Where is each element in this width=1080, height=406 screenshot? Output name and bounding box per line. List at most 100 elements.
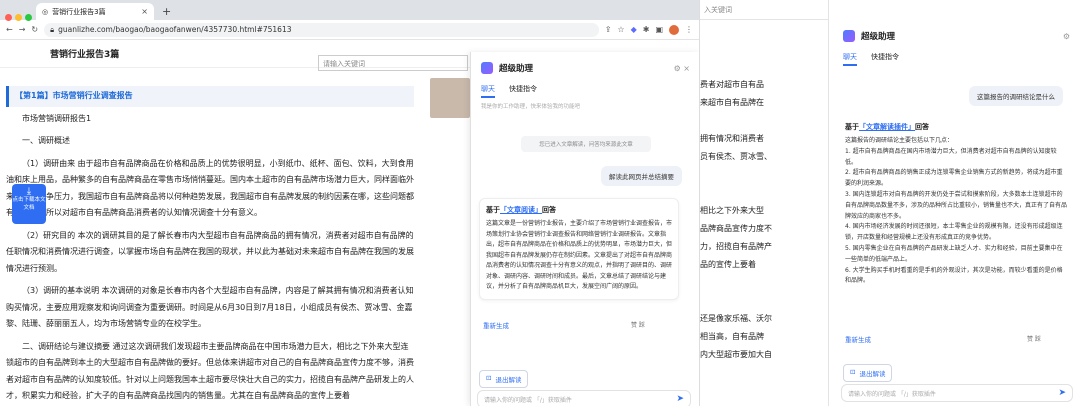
text-line: 力，招揽自有品牌产: [700, 242, 772, 251]
exit-reading-button[interactable]: ⊡ 退出解读: [479, 370, 529, 388]
notice-banner: 您已进入文章解读，问答均来源此文章: [521, 136, 651, 152]
site-title: 营销行业报告3篇: [50, 50, 120, 60]
article-paragraph: （3）调研的基本说明 本次调研的对象是长春市内各个大型超市自有品牌，内容是了解其…: [6, 286, 414, 328]
close-panel-icon[interactable]: ×: [683, 64, 690, 73]
sidebar-toggle-icon[interactable]: ▣: [655, 25, 663, 34]
tab-quick-commands[interactable]: 快捷指令: [509, 84, 537, 98]
article-subtitle: 市场营销调研报告1: [22, 113, 92, 123]
article-paragraph: 二、调研结论与建议摘要 通过这次调研我们发现超市主要品牌商品在中国市场潜力巨大，…: [6, 341, 414, 401]
card-title-suffix: 回答: [915, 123, 929, 131]
browser-tab[interactable]: ◎ 营销行业报告3篇 ×: [36, 3, 154, 20]
answer-card: 基于「文章阅读」回答 这篇文章是一份营销行业报告，主要介绍了市场营销行业调查报告…: [479, 198, 679, 300]
assistant-panel-2: 超级助理 ⚙ 聊天 快捷指令 这篇报告的调研结论是什么 基于「文章解读插件」回答…: [828, 0, 1080, 406]
second-window-article: 入关键词 费者对超市自有品 来超市自有品牌在 拥有情况和消费者 员有侯杰、贾冰雪…: [700, 0, 828, 406]
assistant-extension-icon[interactable]: ◆: [631, 25, 637, 34]
address-bar[interactable]: 🔒︎ guanlizhe.com/baogao/baogaofanwen/435…: [44, 22, 599, 37]
regenerate-button[interactable]: 重新生成: [483, 320, 509, 330]
address-bar-row: ← → ↻ 🔒︎ guanlizhe.com/baogao/baogaofanw…: [0, 20, 699, 40]
text-line: 费者对超市自有品: [700, 80, 764, 89]
exit-icon: ⊡: [850, 368, 856, 376]
close-window-icon[interactable]: [5, 14, 12, 21]
browser-menu-icon[interactable]: ⋮: [685, 25, 693, 34]
chat-input-placeholder: 请输入你的问题或 「/」获取插件: [484, 396, 572, 404]
user-message: 这篇报告的调研结论是什么: [969, 86, 1063, 106]
article-heading: 【第1篇】市场营销行业调查报告: [6, 86, 414, 107]
tab-title: 营销行业报告3篇: [52, 7, 106, 16]
text-line: 来超市自有品牌在: [700, 98, 764, 107]
like-dislike-buttons[interactable]: 赞 踩: [1027, 334, 1041, 343]
article-paragraph: （1）调研由来 由于超市自有品牌商品在价格和品质上的优势很明显，小到纸巾、纸杯、…: [6, 158, 414, 218]
second-window-text: 费者对超市自有品 来超市自有品牌在 拥有情况和消费者 员有侯杰、贾冰雪、 相比之…: [700, 20, 828, 364]
second-window-search[interactable]: 入关键词: [700, 0, 828, 20]
site-search-input[interactable]: 请输入关键词: [318, 55, 468, 71]
assistant-logo-icon: [843, 30, 855, 42]
text-line: 内大型超市要加大自: [700, 350, 772, 359]
text-line: [700, 274, 828, 292]
tab-bar: ◎ 营销行业报告3篇 × +: [0, 0, 699, 21]
text-line: 拥有情况和消费者: [700, 134, 764, 143]
answer-text: 这篇报告的调研结论主要包括以下几点： 1. 超市自有品牌商品在国内市场潜力巨大，…: [845, 137, 1068, 285]
settings-icon[interactable]: ⚙: [1063, 32, 1070, 41]
user-message: 解读此网页并总结摘要: [601, 166, 682, 186]
profile-avatar[interactable]: [669, 24, 679, 35]
section-heading: 一、调研概述: [22, 136, 70, 145]
text-line: 品的宣传上要着: [700, 260, 756, 269]
exit-reading-label: 退出解读: [859, 370, 886, 378]
close-tab-icon[interactable]: ×: [141, 7, 148, 16]
tab-chat[interactable]: 聊天: [481, 84, 495, 98]
send-icon[interactable]: ➤: [676, 394, 684, 404]
assistant-title: 超级助理: [861, 32, 896, 42]
chat-input-placeholder: 请输入你的问题或 「/」获取插件: [848, 390, 936, 398]
assistant-title: 超级助理: [499, 64, 534, 74]
article-paragraph: （2）研究目的 本次的调研其目的是了解长春市内大型超市自有品牌商品的拥有情况，消…: [6, 230, 414, 273]
like-dislike-buttons[interactable]: 赞 踩: [631, 320, 645, 329]
card-title-prefix: 基于: [845, 123, 859, 131]
answer-card: 基于「文章解读插件」回答 这篇报告的调研结论主要包括以下几点： 1. 超市自有品…: [841, 118, 1071, 292]
send-icon[interactable]: ➤: [1058, 388, 1066, 398]
settings-icon[interactable]: ⚙: [674, 64, 681, 73]
text-line: 相比之下外来大型: [700, 206, 764, 215]
card-title-suffix: 回答: [542, 206, 556, 214]
extensions-puzzle-icon[interactable]: ✱: [643, 25, 650, 34]
regenerate-button[interactable]: 重新生成: [845, 334, 871, 344]
url-text: guanlizhe.com/baogao/baogaofanwen/435773…: [58, 25, 292, 34]
new-tab-icon[interactable]: +: [162, 5, 171, 18]
share-icon[interactable]: ⇪: [605, 25, 612, 34]
text-line: 品牌商品宣传力度不: [700, 224, 772, 233]
chat-input[interactable]: 请输入你的问题或 「/」获取插件 ➤: [841, 384, 1073, 402]
assistant-logo-icon: [481, 62, 493, 74]
text-line: 相当高，自有品牌: [700, 332, 764, 341]
reload-icon[interactable]: ↻: [31, 25, 38, 34]
text-line: 还是像家乐福、沃尔: [700, 314, 772, 323]
faded-message: 我是你的工作助理，快来体验我的功能吧: [481, 104, 581, 110]
answer-card-title: 基于「文章阅读」回答: [486, 205, 672, 215]
exit-reading-label: 退出解读: [495, 376, 522, 384]
exit-reading-button[interactable]: ⊡ 退出解读: [843, 364, 893, 382]
exit-icon: ⊡: [486, 374, 492, 382]
source-link[interactable]: 「文章阅读」: [500, 206, 542, 214]
article-body: 【第1篇】市场营销行业调查报告 市场营销调研报告1 一、调研概述 （1）调研由来…: [0, 80, 420, 406]
card-title-prefix: 基于: [486, 206, 500, 214]
download-document-button[interactable]: ⤓ 点击下载本文文档: [12, 184, 46, 224]
download-label: 点击下载本文文档: [12, 197, 46, 211]
minimize-window-icon[interactable]: [15, 14, 22, 21]
download-icon: ⤓: [26, 186, 32, 197]
window-controls: [5, 6, 35, 25]
chat-input[interactable]: 请输入你的问题或 「/」获取插件 ➤: [477, 390, 691, 406]
source-link[interactable]: 「文章解读插件」: [859, 123, 915, 131]
assistant-panel: 超级助理 ⚙ × 聊天 快捷指令 我是你的工作助理，快来体验我的功能吧 您已进入…: [470, 52, 699, 406]
site-favicon-icon: ◎: [42, 7, 49, 16]
bookmark-star-icon[interactable]: ☆: [617, 25, 624, 34]
text-line: 员有侯杰、贾冰雪、: [700, 152, 772, 161]
tab-chat[interactable]: 聊天: [843, 52, 857, 66]
browser-window: ◎ 营销行业报告3篇 × + ← → ↻ 🔒︎ guanlizhe.com/ba…: [0, 0, 700, 406]
answer-card-title: 基于「文章解读插件」回答: [845, 122, 1067, 132]
forward-icon[interactable]: →: [19, 25, 26, 34]
text-line: [700, 166, 828, 184]
article-thumbnail[interactable]: [430, 78, 470, 118]
text-line: [700, 112, 828, 130]
answer-text: 这篇文章是一份营销行业报告，主要介绍了市场营销行业调查报告，市场策划行业协会营销…: [486, 220, 673, 290]
tab-quick-commands[interactable]: 快捷指令: [871, 52, 899, 66]
maximize-window-icon[interactable]: [25, 14, 32, 21]
back-icon[interactable]: ←: [6, 25, 13, 34]
